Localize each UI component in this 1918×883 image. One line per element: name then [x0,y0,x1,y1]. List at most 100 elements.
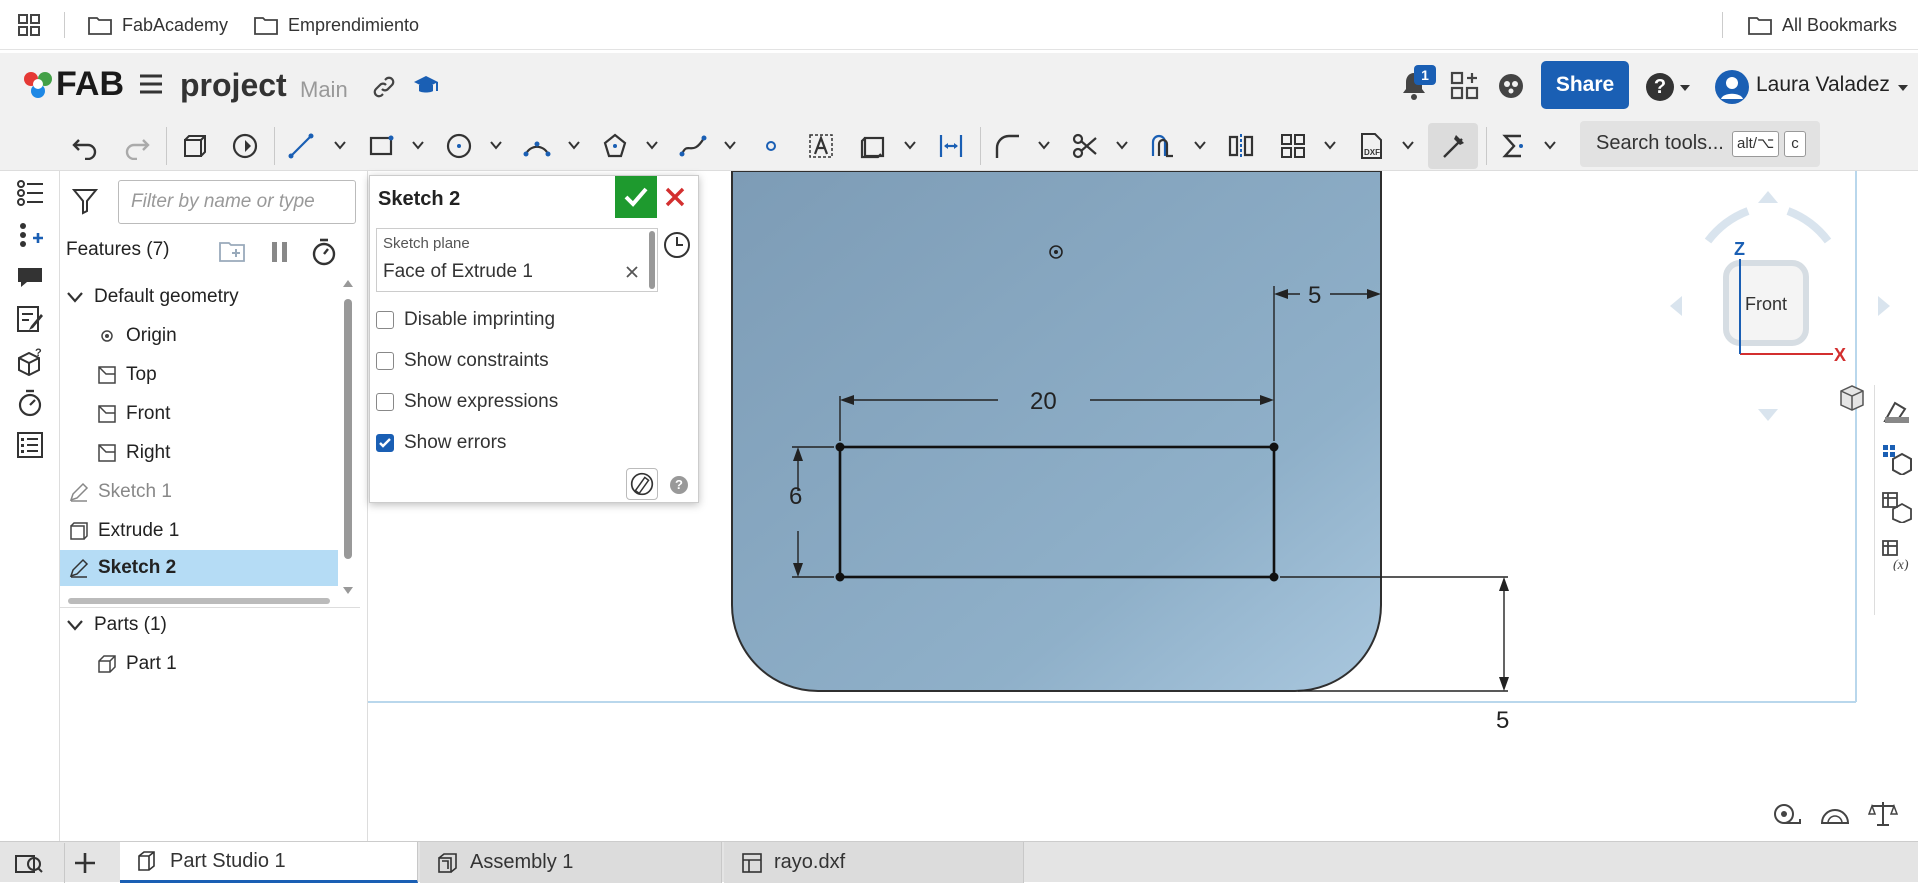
tree-item-origin[interactable]: Origin [96,318,177,354]
fillet-tool-icon[interactable] [990,129,1024,163]
clear-selection-icon[interactable] [625,265,639,279]
appearance-icon[interactable] [1881,395,1913,427]
hamburger-menu-icon[interactable] [138,71,164,97]
rotate-arc-left[interactable] [1704,207,1750,244]
bom-table-icon[interactable] [1881,491,1913,523]
user-name[interactable]: Laura Valadez [1756,73,1890,97]
show-errors-option[interactable]: Show errors [376,429,506,457]
plane-field-scrollbar[interactable] [649,231,655,289]
share-button[interactable]: Share [1541,61,1629,109]
chevron-down-icon[interactable] [902,137,918,153]
fab-logo-icon[interactable] [20,67,56,103]
document-name[interactable]: project [180,67,287,104]
dimension-bottom-gap-label[interactable]: 5 [1496,707,1509,734]
notes-edit-icon[interactable] [12,301,48,337]
view-cube-menu-icon[interactable] [1840,385,1864,411]
trim-scissors-icon[interactable] [1068,129,1102,163]
construction-toggle[interactable] [1428,123,1478,169]
chevron-down-icon[interactable] [332,137,348,153]
show-constraints-checkbox[interactable] [376,352,394,370]
dimension-tool-icon[interactable] [934,129,968,163]
variable-sigma-icon[interactable] [1496,129,1530,163]
offset-tool-icon[interactable] [1146,129,1180,163]
rotate-right-arrow-icon[interactable] [1878,296,1890,316]
chevron-down-icon[interactable] [410,137,426,153]
tree-item-right[interactable]: Right [96,435,170,471]
part-body[interactable] [731,171,1382,692]
all-bookmarks[interactable]: All Bookmarks [1748,12,1897,38]
tree-item-sketch-1[interactable]: Sketch 1 [68,474,172,510]
history-stopwatch-icon[interactable] [12,385,48,421]
show-constraints-option[interactable]: Show constraints [376,347,549,375]
graduation-cap-icon[interactable] [412,73,440,99]
tree-item-default-geometry[interactable]: Default geometry [64,279,239,315]
revolve-tool-icon[interactable] [228,129,262,163]
bookmark-fabacademy[interactable]: FabAcademy [88,12,228,38]
mass-properties-scale-icon[interactable] [1868,799,1898,827]
chevron-down-icon[interactable] [1400,137,1416,153]
disable-imprinting-option[interactable]: Disable imprinting [376,306,555,334]
dialog-help-icon[interactable]: ? [670,476,688,494]
chevron-down-icon[interactable] [488,137,504,153]
sketch-plane-field[interactable]: Sketch plane Face of Extrude 1 [376,228,658,292]
filter-funnel-icon[interactable] [72,187,98,215]
dimension-height-label[interactable]: 6 [789,483,802,510]
sketch-tools-button[interactable] [626,468,658,500]
dxf-import-icon[interactable]: DXF [1354,129,1388,163]
chevron-down-icon[interactable] [1036,137,1052,153]
protractor-icon[interactable] [1820,801,1850,827]
text-tool-icon[interactable] [804,129,838,163]
chevron-down-icon[interactable] [1322,137,1338,153]
disable-imprinting-checkbox[interactable] [376,311,394,329]
filter-input[interactable]: Filter by name or type [118,180,356,224]
chevron-down-icon[interactable] [1542,137,1558,153]
horizontal-scrollbar[interactable] [68,598,330,604]
show-errors-checkbox[interactable] [376,434,394,452]
circle-tool-icon[interactable] [442,129,476,163]
chevron-down-icon[interactable] [644,137,660,153]
branch-name[interactable]: Main [300,77,348,103]
tab-assembly-1[interactable]: Assembly 1 [420,842,722,883]
chevron-down-icon[interactable] [1114,137,1130,153]
line-tool-icon[interactable] [284,129,318,163]
tree-item-front[interactable]: Front [96,396,170,432]
add-folder-icon[interactable] [218,237,246,265]
feature-list-icon[interactable] [12,175,48,211]
chevron-down-icon[interactable] [1678,81,1692,95]
use-tool-icon[interactable] [856,129,890,163]
part-properties-icon[interactable]: ? [12,343,48,379]
tree-item-extrude-1[interactable]: Extrude 1 [68,513,179,549]
arc-tool-icon[interactable] [520,129,554,163]
rotate-up-arrow-icon[interactable] [1758,191,1778,203]
bookmark-emprendimiento[interactable]: Emprendimiento [254,12,419,38]
checklist-icon[interactable] [12,427,48,463]
chevron-down-icon[interactable] [566,137,582,153]
tape-measure-icon[interactable] [1772,801,1802,827]
configurations-icon[interactable] [1881,443,1913,475]
cancel-button[interactable] [662,184,688,210]
mirror-tool-icon[interactable] [1224,129,1258,163]
rectangle-tool-icon[interactable] [364,129,398,163]
sketch-history-icon[interactable] [662,230,692,260]
extrude-tool-icon[interactable] [178,129,212,163]
link-icon[interactable] [372,75,396,99]
part-list-item[interactable]: Part 1 [96,646,177,682]
learning-center-icon[interactable] [1496,71,1526,101]
polygon-tool-icon[interactable] [598,129,632,163]
tree-item-sketch-2[interactable]: Sketch 2 [68,550,176,586]
point-tool-icon[interactable] [754,129,788,163]
tree-item-top[interactable]: Top [96,357,157,393]
comments-icon[interactable] [12,259,48,295]
chevron-down-icon[interactable] [1192,137,1208,153]
rotate-down-arrow-icon[interactable] [1758,409,1778,421]
help-icon[interactable]: ? [1646,73,1674,101]
tab-part-studio-1[interactable]: Part Studio 1 [120,842,418,883]
pause-rollback-icon[interactable] [268,239,292,265]
chevron-down-icon[interactable] [722,137,738,153]
rebuild-timer-icon[interactable] [310,237,338,267]
parts-section-header[interactable]: Parts (1) [64,607,167,643]
feature-tree-scrollbar[interactable] [342,277,354,597]
undo-icon[interactable] [68,129,102,163]
dimension-width-label[interactable]: 20 [1030,388,1057,415]
pattern-tool-icon[interactable] [1276,129,1310,163]
